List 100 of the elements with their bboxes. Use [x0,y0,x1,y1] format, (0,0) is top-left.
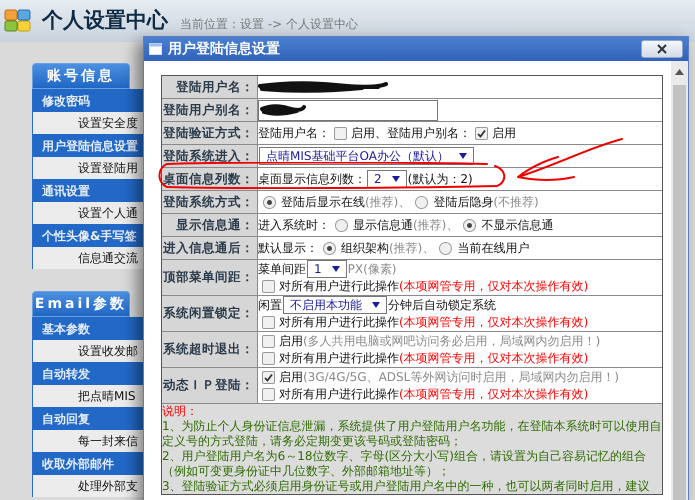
row-label: 登陆系统进入： [162,145,258,167]
option-text: 默认显示： [258,240,318,256]
warning-text: (本项网管专用，仅对本次操作有效) [399,278,588,294]
row-label: 登陆验证方式： [162,122,258,144]
option-text: 对所有用户进行此操作 [279,278,399,294]
radio-button[interactable] [439,242,452,254]
option-text: 菜单间距 [258,261,306,277]
sidebar-item[interactable]: 设置个人通 [33,202,143,224]
hint-text: (多人共用电脑或网吧访问务必启用，局域网内勿启用！) [303,333,600,349]
option-text: 分钟后自动锁定系统 [388,297,496,313]
notes-heading: 说明： [162,404,199,419]
radio-button[interactable] [463,218,476,232]
sidebar-item[interactable]: 把点晴MIS [33,385,143,407]
sidebar-heading[interactable]: 用户登陆信息设置 [33,134,143,157]
sidebar-heading[interactable]: 基本参数 [33,317,143,340]
sidebar-heading[interactable]: 个性头像&手写签 [33,224,143,247]
hint-text: (推荐)、 [413,217,458,233]
radio-button[interactable] [323,242,336,254]
radio-button[interactable] [263,196,276,208]
sidebar-tab[interactable]: Email参数 [32,291,130,317]
breadcrumb: 当前位置：设置 -> 个人设置中心 [180,16,358,33]
option-text: 登陆后隐身 [433,194,494,210]
checkbox[interactable] [262,280,275,292]
option-text: 显示信息通 [353,217,413,233]
option-text: 对所有用户进行此操作 [279,386,399,402]
option-text: 登陆后显示在线 [281,194,365,210]
row-label: 显示信息通： [162,214,258,236]
checkbox[interactable] [262,316,275,328]
sidebar-tab[interactable]: 账号信息 [32,63,130,89]
hint-text: (不推荐) [493,194,539,210]
caret-icon [392,176,400,182]
page-title: 个人设置中心 [42,7,168,34]
logo-icon [4,8,32,34]
sidebar-heading[interactable]: 自动转发 [33,362,143,385]
option-text: 启用、 [351,125,387,141]
option-text: 当前在线用户 [457,240,530,256]
sidebar-item[interactable]: 信息通交流 [33,247,143,269]
warning-text: (本项网管专用，仅对本次操作有效) [399,314,588,330]
sidebar-item[interactable]: 设置安全度 [33,112,143,134]
checkbox[interactable] [475,126,488,140]
option-text: 对所有用户进行此操作 [279,314,399,330]
option-text: 登陆用户别名： [387,125,471,141]
row-label: 进入信息通后： [162,237,258,259]
hint-text: (3G/4G/5G、ADSL等外网访问时启用，局域网内勿启用！) [303,369,620,385]
warning-text: (本项网管专用，仅对本次操作有效) [399,386,588,402]
window-icon [149,43,162,55]
dropdown-select[interactable]: 不启用本功能 [283,296,387,314]
option-text: 进入系统时： [258,217,330,233]
sidebar-heading[interactable]: 收取外部邮件 [33,452,143,475]
caret-icon [332,266,340,272]
scroll-up-icon[interactable] [675,69,684,75]
sidebar-item[interactable]: 设置登陆用 [33,157,143,179]
row-label: 登陆用户别名： [162,99,258,121]
row-label: 动态ＩＰ登陆： [162,368,258,403]
sidebar-heading[interactable]: 修改密码 [33,89,143,112]
row-label: 顶部菜单间距： [162,260,258,295]
alias-input-field[interactable] [258,100,438,120]
hint-text: (推荐)、 [389,240,434,256]
caret-icon [458,153,467,159]
dropdown-select[interactable]: 2 [367,170,407,188]
radio-button[interactable] [415,196,428,208]
caret-icon [372,302,380,308]
checkbox[interactable] [262,352,275,364]
sidebar-heading[interactable]: 通讯设置 [33,179,143,202]
sidebar-item[interactable]: 设置收发邮 [33,340,143,362]
checkbox[interactable] [262,370,275,384]
radio-button[interactable] [335,218,348,232]
note-paragraph: 3、登陆验证方式必须启用身份证号或用户登陆用户名中的一种，也可以两者同时启用，建议 [162,479,651,494]
option-text: 桌面显示信息列数： [258,171,366,187]
option-text: 对所有用户进行此操作 [279,350,399,366]
option-text: 启用 [279,369,303,385]
option-text: 不显示信息通 [481,217,554,233]
sidebar-item[interactable]: 处理外部支 [33,475,143,497]
checkbox[interactable] [262,388,275,400]
hint-text: PX(像素) [348,261,396,277]
scrollbar[interactable] [671,61,688,500]
note-paragraph: 1、为防止个人身份证信息泄漏，系统提供了用户登陆用户名功能，在登陆本系统时可以使用自定义号的方式登陆，请务必定期变更该号码或登陆密码； [162,419,662,449]
note-paragraph: 2、用户登陆用户名为6～18位数字、字母(区分大小写)组合，请设置为自己容易记忆的组合（例如可变更身份证中几位数字、外部邮箱地址等）； [162,449,647,479]
option-text: 组织架构 [341,240,389,256]
row-label: 登陆用户名： [162,76,258,98]
row-label: 系统闲置锁定： [162,296,258,331]
option-text: (默认为：2) [408,171,473,187]
warning-text: (本项网管专用，仅对本次操作有效) [399,350,588,366]
checkbox[interactable] [262,334,275,348]
dropdown-select[interactable]: 1 [307,260,347,278]
close-icon [657,44,667,54]
option-text: 闲置 [258,297,282,313]
row-label: 桌面信息列数： [162,168,258,190]
sidebar-item[interactable]: 每一封来信 [33,430,143,452]
option-text: 启用 [279,333,303,349]
hint-text: (推荐)、 [365,194,410,210]
checkbox[interactable] [334,126,347,140]
dialog-title: 用户登陆信息设置 [168,40,280,58]
row-label: 登陆系统方式： [162,191,258,213]
option-text: 启用 [492,125,516,141]
row-label: 系统超时退出： [162,332,258,367]
close-button[interactable] [641,40,683,58]
sidebar-heading[interactable]: 自动回复 [33,407,143,430]
redaction-scribble [260,103,306,117]
option-text: 登陆用户名： [258,125,330,141]
